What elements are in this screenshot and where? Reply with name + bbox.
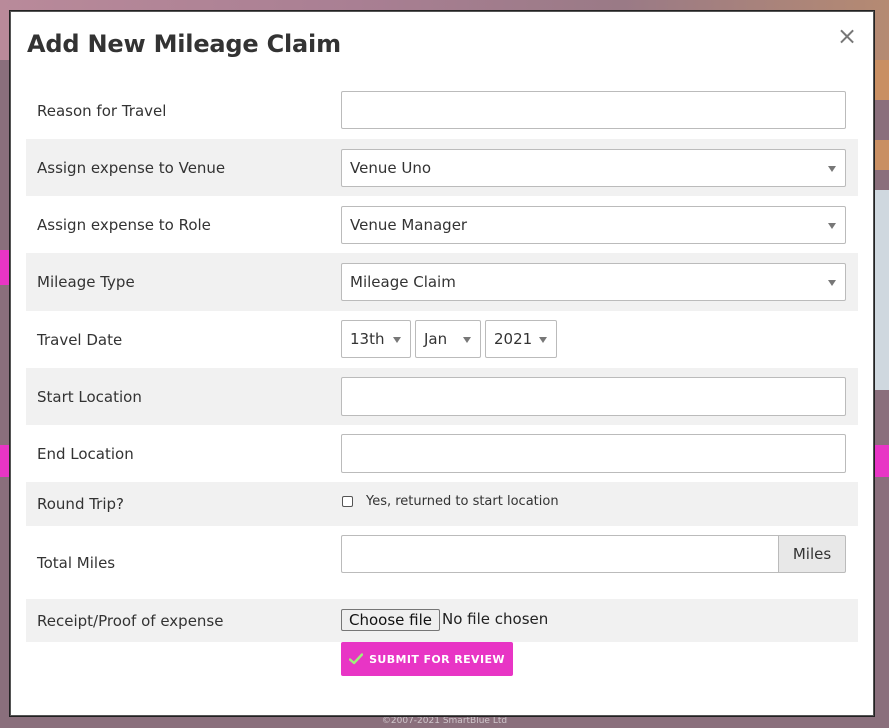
background-strip xyxy=(0,250,10,285)
check-icon xyxy=(349,653,364,665)
start-location-input[interactable] xyxy=(341,377,846,416)
month-select[interactable]: Jan xyxy=(415,320,481,358)
role-label: Assign expense to Role xyxy=(37,215,211,234)
mileage-type-select[interactable]: Mileage Claim xyxy=(341,263,846,301)
day-select[interactable]: 13th xyxy=(341,320,411,358)
chevron-down-icon xyxy=(393,337,401,343)
form-row-role: Assign expense to Role Venue Manager xyxy=(26,196,858,253)
start-location-label: Start Location xyxy=(37,387,142,406)
role-select[interactable]: Venue Manager xyxy=(341,206,846,244)
form-row-reason: Reason for Travel xyxy=(26,82,858,139)
chevron-down-icon xyxy=(828,280,836,286)
reason-label: Reason for Travel xyxy=(37,101,167,120)
month-value: Jan xyxy=(424,330,448,348)
file-status: No file chosen xyxy=(442,610,549,628)
background-strip xyxy=(873,190,889,390)
form-row-mileage-type: Mileage Type Mileage Claim xyxy=(26,253,858,311)
choose-file-button[interactable]: Choose file xyxy=(341,609,440,631)
year-value: 2021 xyxy=(494,330,533,348)
form-row-receipt: Receipt/Proof of expense Choose file No … xyxy=(26,599,858,642)
modal-title: Add New Mileage Claim xyxy=(27,30,341,58)
submit-label: SUBMIT FOR REVIEW xyxy=(369,652,505,666)
background-strip xyxy=(873,140,889,170)
mileage-form: Reason for Travel Assign expense to Venu… xyxy=(26,82,858,642)
form-row-end-location: End Location xyxy=(26,425,858,482)
background-strip xyxy=(0,445,10,477)
venue-select[interactable]: Venue Uno xyxy=(341,149,846,187)
total-miles-input[interactable] xyxy=(341,535,779,573)
travel-date-label: Travel Date xyxy=(37,330,123,349)
form-row-venue: Assign expense to Venue Venue Uno xyxy=(26,139,858,196)
form-row-total-miles: Total Miles Miles xyxy=(26,526,858,599)
round-trip-checkbox-label[interactable]: Yes, returned to start location xyxy=(366,494,559,509)
chevron-down-icon xyxy=(828,166,836,172)
venue-label: Assign expense to Venue xyxy=(37,158,226,177)
form-row-round-trip: Round Trip? Yes, returned to start locat… xyxy=(26,482,858,526)
mileage-type-value: Mileage Claim xyxy=(350,273,456,291)
venue-value: Venue Uno xyxy=(350,159,431,177)
chevron-down-icon xyxy=(828,223,836,229)
end-location-label: End Location xyxy=(37,444,134,463)
round-trip-checkbox[interactable] xyxy=(342,496,353,507)
close-icon[interactable]: × xyxy=(835,24,859,48)
round-trip-label: Round Trip? xyxy=(37,495,125,513)
background-strip xyxy=(873,445,889,477)
form-row-travel-date: Travel Date 13th Jan 2021 xyxy=(26,311,858,368)
total-miles-group: Miles xyxy=(341,535,846,573)
role-value: Venue Manager xyxy=(350,216,468,234)
form-row-start-location: Start Location xyxy=(26,368,858,425)
day-value: 13th xyxy=(350,330,385,348)
chevron-down-icon xyxy=(463,337,471,343)
mileage-claim-modal: Add New Mileage Claim × Reason for Trave… xyxy=(10,11,874,716)
chevron-down-icon xyxy=(539,337,547,343)
end-location-input[interactable] xyxy=(341,434,846,473)
year-select[interactable]: 2021 xyxy=(485,320,557,358)
footer-copyright: ©2007-2021 SmartBlue Ltd xyxy=(381,716,508,726)
miles-unit-addon: Miles xyxy=(778,535,846,573)
total-miles-label: Total Miles xyxy=(37,553,116,572)
mileage-type-label: Mileage Type xyxy=(37,273,135,291)
submit-for-review-button[interactable]: SUBMIT FOR REVIEW xyxy=(341,642,513,676)
reason-input[interactable] xyxy=(341,91,846,129)
background-strip xyxy=(873,60,889,100)
receipt-label: Receipt/Proof of expense xyxy=(37,611,224,630)
